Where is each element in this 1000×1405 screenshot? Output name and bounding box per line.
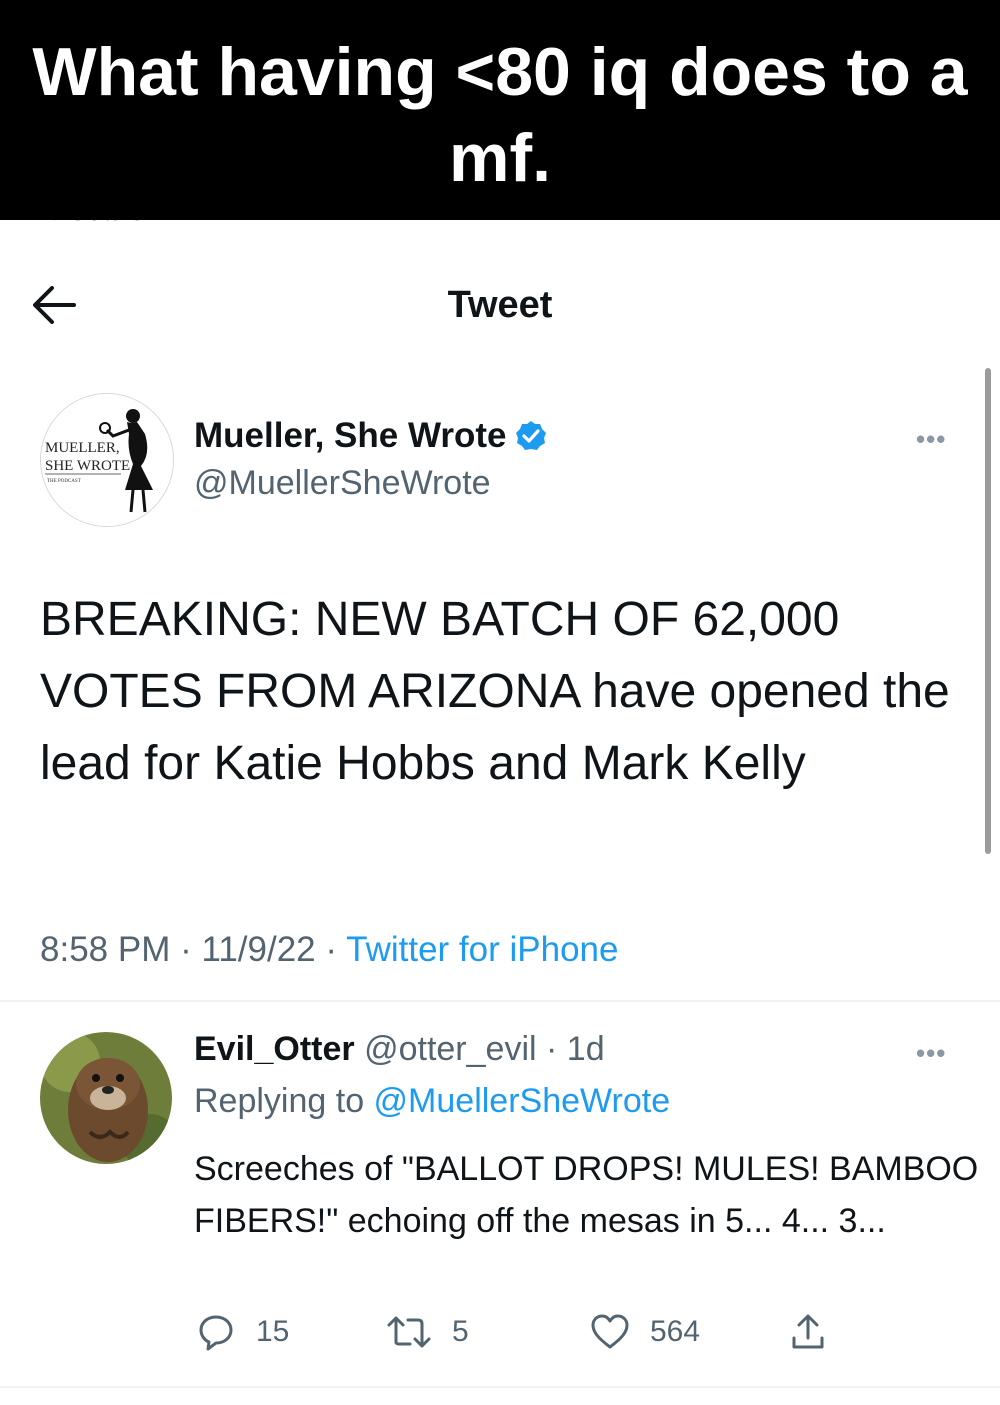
author-name[interactable]: Mueller, She Wrote [194, 416, 547, 456]
like-count: 564 [650, 1315, 701, 1348]
meme-caption-text: What having <80 iq does to a mf. [32, 34, 968, 196]
like-action[interactable]: 564 [590, 1312, 700, 1352]
retweet-icon [387, 1316, 431, 1348]
retweet-action[interactable]: 5 [386, 1312, 469, 1352]
svg-text:SHE WROTE: SHE WROTE [45, 458, 130, 474]
author-handle[interactable]: @MuellerSheWrote [194, 464, 491, 503]
tweet-time: 8:58 PM [40, 930, 171, 969]
verified-badge-icon [515, 421, 546, 450]
reply-author-name[interactable]: Evil_Otter [194, 1030, 355, 1068]
reply-age: 1d [566, 1030, 605, 1068]
tweet-source-link[interactable]: Twitter for iPhone [346, 930, 618, 969]
tweet-date: 11/9/22 [201, 930, 316, 969]
meme-caption: What having <80 iq does to a mf. [0, 0, 1000, 220]
reply-more-dots-icon[interactable]: ••• [916, 1038, 946, 1069]
author-name-text: Mueller, She Wrote [194, 416, 507, 455]
replying-to: Replying to @MuellerSheWrote [194, 1082, 671, 1120]
share-action[interactable] [790, 1312, 826, 1352]
tweet-text: BREAKING: NEW BATCH OF 62,000 VOTES FROM… [40, 593, 950, 790]
reply-avatar[interactable] [40, 1032, 172, 1164]
reply-header: Evil_Otter @otter_evil · 1d [194, 1030, 605, 1068]
status-bar-back-link[interactable]: ◄ Search [34, 210, 162, 234]
author-avatar[interactable]: MUELLER, SHE WROTE THE PODCAST [40, 393, 174, 527]
svg-text:THE PODCAST: THE PODCAST [47, 479, 81, 484]
svg-text:MUELLER,: MUELLER, [45, 440, 120, 456]
reply-action[interactable]: 15 [196, 1312, 289, 1352]
divider [0, 1000, 1000, 1002]
speech-bubble-icon [199, 1315, 233, 1351]
reply-count: 15 [256, 1315, 290, 1348]
divider [0, 1386, 1000, 1388]
retweet-count: 5 [452, 1315, 469, 1348]
share-icon [792, 1314, 824, 1349]
scrollbar[interactable] [985, 368, 991, 854]
more-dots-icon[interactable]: ••• [916, 424, 946, 455]
replying-to-link[interactable]: @MuellerSheWrote [374, 1082, 671, 1120]
tweet-meta: 8:58 PM · 11/9/22 · Twitter for iPhone [40, 930, 619, 969]
page-title: Tweet [447, 284, 553, 326]
heart-icon [591, 1314, 629, 1349]
reply-text: Screeches of "BALLOT DROPS! MULES! BAMBO… [194, 1150, 979, 1240]
reply-author-handle[interactable]: @otter_evil [364, 1030, 536, 1068]
